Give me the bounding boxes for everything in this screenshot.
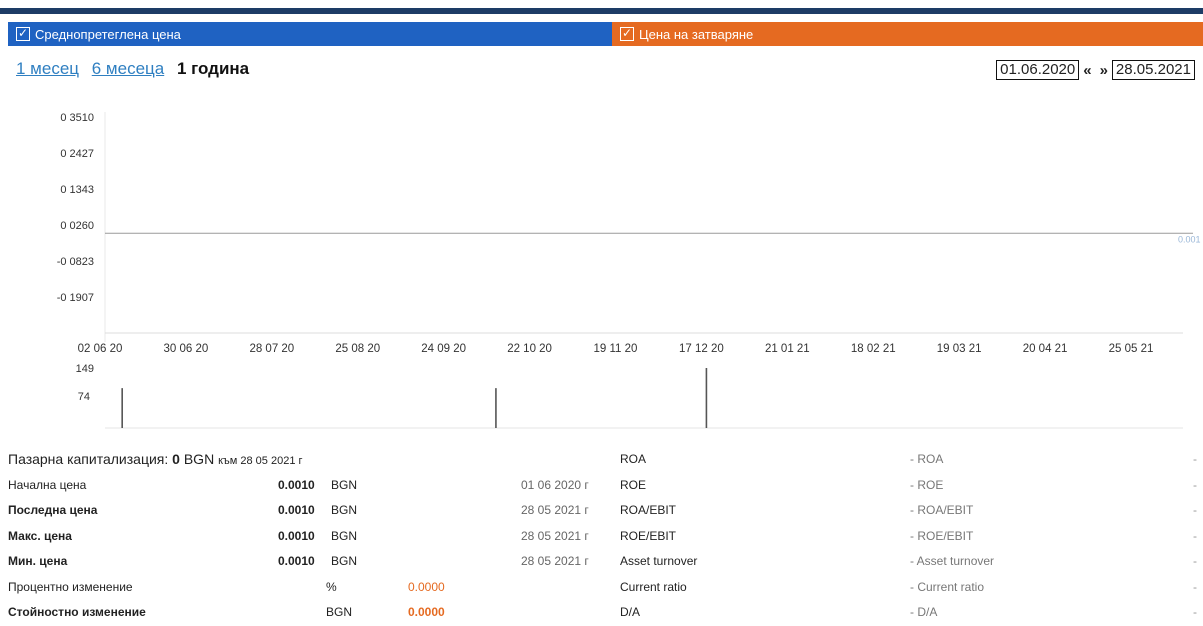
ratio-name: ROE (620, 477, 647, 492)
stat-unit: BGN (331, 503, 358, 517)
x-tick-label: 20 04 21 (1023, 343, 1068, 355)
x-tick-label: 22 10 20 (507, 343, 552, 355)
pct-change-value: 0.0000 (408, 579, 445, 594)
last-value-label: 0.001 (1178, 234, 1201, 244)
ratio-row: ROE - ROE - (620, 473, 1203, 499)
stat-label: Мин. цена (8, 554, 68, 568)
x-tick-label: 25 05 21 (1109, 343, 1154, 355)
ratios-panel: ROA - ROA - ROE - ROE - ROA/EBIT - ROA/EBIT - ROE… (620, 447, 1203, 626)
stat-row: Начална цена 0.0010 BGN 01 06 2020 г (8, 473, 608, 499)
ratio-row: ROA - ROA - (620, 447, 1203, 473)
ratio-value: - Current ratio (910, 579, 985, 594)
ratio-value: - ROA/EBIT (910, 503, 974, 517)
ratio-name: Asset turnover (620, 554, 698, 568)
ratio-value: - D/A (910, 605, 938, 619)
ratio-name: ROA (620, 452, 647, 466)
ratio-name: ROA/EBIT (620, 503, 677, 517)
ratio-value: - ROA (910, 452, 944, 466)
stat-unit: BGN (331, 528, 358, 543)
y-tick-label: -0 1907 (57, 292, 94, 304)
stat-unit: BGN (331, 477, 358, 492)
ratio-dash: - (1193, 452, 1197, 466)
stat-value: 0.0010 (278, 554, 315, 568)
market-cap-value: 0 (172, 451, 180, 467)
stat-label: Начална цена (8, 477, 87, 492)
ratio-row: Current ratio - Current ratio - (620, 575, 1203, 601)
ratio-row: Asset turnover - Asset turnover - (620, 549, 1203, 575)
market-cap-label: Пазарна капитализация: (8, 451, 169, 467)
y-tick-label: 0 3510 (60, 112, 94, 124)
y-tick-label: 0 0260 (60, 220, 94, 232)
ratio-dash: - (1193, 579, 1197, 594)
market-cap-unit: BGN (183, 451, 215, 467)
stat-value: 0.0010 (278, 477, 315, 492)
stat-date: 28 05 2021 г (521, 554, 589, 568)
stat-row: Мин. цена 0.0010 BGN 28 05 2021 г (8, 549, 608, 575)
y-tick-label: 0 2427 (60, 148, 94, 160)
ratio-name: Current ratio (620, 579, 687, 594)
ratio-name: ROE/EBIT (620, 528, 677, 543)
abs-change-unit: BGN (326, 605, 353, 619)
ratio-dash: - (1193, 528, 1197, 543)
ratio-value: - ROE (910, 477, 944, 492)
stat-row: Макс. цена 0.0010 BGN 28 05 2021 г (8, 524, 608, 550)
stat-value: 0.0010 (278, 528, 315, 543)
ratio-value: - ROE/EBIT (910, 528, 974, 543)
ratio-dash: - (1193, 503, 1197, 517)
ratio-row: ROA/EBIT - ROA/EBIT - (620, 498, 1203, 524)
x-tick-label: 30 06 20 (164, 343, 209, 355)
stat-date: 28 05 2021 г (521, 503, 589, 517)
ratio-dash: - (1193, 554, 1197, 568)
x-tick-label: 17 12 20 (679, 343, 724, 355)
x-tick-label: 21 01 21 (765, 343, 810, 355)
ratio-value: - Asset turnover (910, 554, 995, 568)
x-tick-label: 18 02 21 (851, 343, 896, 355)
stat-date: 01 06 2020 г (521, 477, 589, 492)
stat-date: 28 05 2021 г (521, 528, 589, 543)
abs-change-value: 0.0000 (408, 605, 445, 619)
x-tick-label: 28 07 20 (249, 343, 294, 355)
x-tick-label: 25 08 20 (335, 343, 380, 355)
ratio-row: D/A - D/A - (620, 600, 1203, 626)
x-tick-label: 19 11 20 (594, 343, 638, 355)
ratio-dash: - (1193, 477, 1197, 492)
x-tick-label: 02 06 20 (78, 343, 123, 355)
stat-unit: BGN (331, 554, 358, 568)
market-cap-row: Пазарна капитализация: 0 BGN към 28 05 2… (8, 447, 608, 473)
market-cap-date: към 28 05 2021 г (218, 455, 303, 467)
pct-change-unit: % (326, 579, 337, 594)
y-tick-label: -0 0823 (57, 256, 94, 268)
volume-tick-label: 149 (76, 363, 94, 375)
pct-change-label: Процентно изменение (8, 579, 133, 594)
ratio-dash: - (1193, 605, 1197, 619)
pct-change-row: Процентно изменение % 0.0000 (8, 575, 608, 601)
volume-tick-label: 74 (78, 391, 90, 403)
x-tick-label: 19 03 21 (937, 343, 982, 355)
stat-value: 0.0010 (278, 503, 315, 517)
x-tick-label: 24 09 20 (421, 343, 466, 355)
stat-row: Последна цена 0.0010 BGN 28 05 2021 г (8, 498, 608, 524)
abs-change-label: Стойностно изменение (8, 605, 146, 619)
stat-label: Последна цена (8, 503, 98, 517)
y-tick-label: 0 1343 (60, 184, 94, 196)
ratio-row: ROE/EBIT - ROE/EBIT - (620, 524, 1203, 550)
abs-change-row: Стойностно изменение BGN 0.0000 (8, 600, 608, 626)
ratio-name: D/A (620, 605, 641, 619)
price-chart: 0 3510 0 2427 0 1343 0 0260 -0 0823 -0 1907 02… (57, 112, 1201, 429)
stat-label: Макс. цена (8, 528, 72, 543)
stats-panel: Пазарна капитализация: 0 BGN към 28 05 2… (8, 447, 608, 626)
